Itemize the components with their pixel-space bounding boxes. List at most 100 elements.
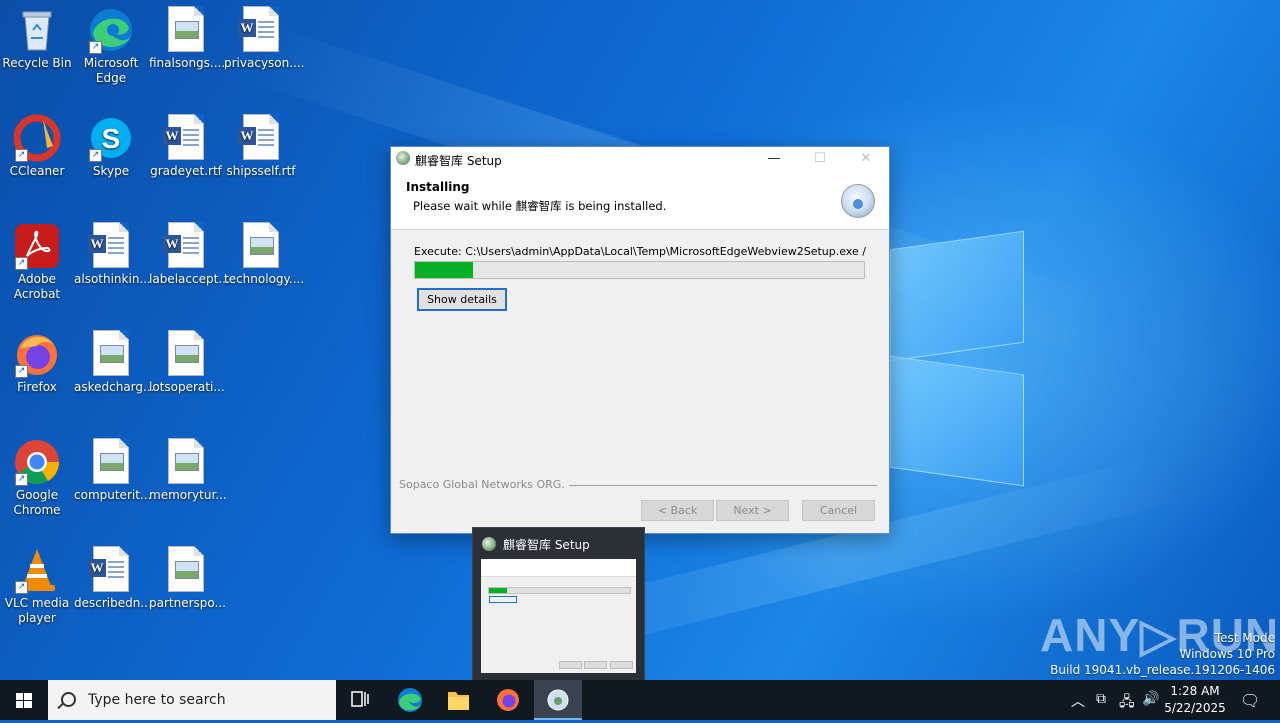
desktop-icon-vlc[interactable]: ↗ VLC media player [0, 546, 74, 626]
word-file-icon: W [162, 222, 210, 270]
desktop-icon-shipsself[interactable]: W shipsself.rtf [224, 114, 298, 179]
word-file-icon: W [87, 546, 135, 594]
execute-status-text: Execute: C:\Users\admin\AppData\Local\Te… [414, 245, 866, 258]
skype-icon: S ↗ [87, 114, 135, 162]
desktop-icon-ccleaner[interactable]: ↗ CCleaner [0, 114, 74, 179]
thumbnail-window-preview [481, 559, 636, 673]
windows-start-icon [16, 693, 32, 708]
install-progress-bar [414, 261, 865, 279]
desktop-icon-alsothinkin[interactable]: W alsothinkin... [74, 222, 151, 287]
cancel-button[interactable]: Cancel [802, 500, 875, 521]
dialog-titlebar[interactable]: 麒睿智库 Setup — ☐ ✕ [391, 147, 889, 171]
desktop-icon-microsoft-edge[interactable]: ↗ Microsoft Edge [74, 6, 148, 86]
image-file-icon [87, 330, 135, 378]
image-file-icon [87, 438, 135, 486]
network-icon[interactable]: 🖧 [1119, 691, 1135, 715]
installer-icon [482, 537, 496, 551]
desktop-icon-memorytur[interactable]: memorytur... [149, 438, 227, 503]
os-info: Test Mode Windows 10 Pro Build 19041.vb_… [1050, 630, 1275, 678]
search-placeholder: Type here to search [88, 692, 226, 708]
taskbar-edge[interactable] [386, 680, 434, 720]
edge-icon [398, 688, 422, 712]
desktop-icon-gradeyet[interactable]: W gradeyet.rtf [149, 114, 223, 179]
progress-fill [415, 262, 474, 278]
header-subtitle: Please wait while 麒睿智库 is being installe… [413, 199, 667, 213]
dialog-header: Installing Please wait while 麒睿智库 is bei… [391, 171, 889, 230]
desktop-icon-recycle-bin[interactable]: Recycle Bin [0, 6, 74, 71]
word-file-icon: W [162, 114, 210, 162]
task-view-icon [351, 691, 369, 707]
image-file-icon [162, 6, 210, 54]
show-details-button[interactable]: Show details [417, 288, 507, 311]
image-file-icon [237, 222, 285, 270]
taskbar-installer[interactable] [534, 680, 582, 720]
windows-logo-wallpaper [890, 230, 1030, 487]
taskbar-clock[interactable]: 1:28 AM 5/22/2025 [1160, 683, 1230, 717]
desktop-icon-firefox[interactable]: ↗ Firefox [0, 330, 74, 395]
word-file-icon: W [237, 6, 285, 54]
desktop: Recycle Bin ↗ CCleaner ↗ Adobe Acrobat ↗… [0, 0, 1280, 680]
chrome-icon: ↗ [13, 438, 61, 486]
shortcut-arrow-icon: ↗ [89, 149, 102, 162]
task-view-button[interactable] [336, 680, 384, 720]
header-title: Installing [406, 180, 470, 194]
desktop-icon-labelaccept[interactable]: W labelaccept... [149, 222, 230, 287]
edge-icon: ↗ [87, 6, 135, 54]
dialog-title: 麒睿智库 Setup [415, 154, 502, 168]
branding-text: Sopaco Global Networks ORG. [399, 478, 569, 491]
desktop-icon-skype[interactable]: S ↗ Skype [74, 114, 148, 179]
desktop-icon-partnerspo[interactable]: partnerspo... [149, 546, 226, 611]
desktop-icon-google-chrome[interactable]: ↗ Google Chrome [0, 438, 74, 518]
installer-icon [396, 151, 410, 165]
build-text: Build 19041.vb_release.191206-1406 [1050, 663, 1275, 677]
desktop-icon-adobe-acrobat[interactable]: ↗ Adobe Acrobat [0, 222, 74, 302]
start-button[interactable] [0, 680, 48, 720]
image-file-icon [162, 438, 210, 486]
show-hidden-icons-chevron-icon[interactable]: ︿ [1071, 691, 1085, 711]
thumbnail-title: 麒睿智库 Setup [503, 538, 590, 552]
taskbar-firefox[interactable] [484, 680, 532, 720]
ccleaner-icon: ↗ [13, 114, 61, 162]
image-file-icon [162, 330, 210, 378]
taskbar-file-explorer[interactable] [434, 680, 482, 720]
shortcut-arrow-icon: ↗ [15, 365, 28, 378]
desktop-icon-lotsoperati[interactable]: lotsoperati... [149, 330, 225, 395]
action-center-icon[interactable]: 🗨 [1240, 691, 1260, 710]
os-edition-text: Windows 10 Pro [1179, 647, 1275, 661]
acrobat-icon: ↗ [13, 222, 61, 270]
shortcut-arrow-icon: ↗ [89, 41, 102, 54]
next-button[interactable]: Next > [716, 500, 789, 521]
back-button[interactable]: < Back [641, 500, 714, 521]
firefox-icon: ↗ [13, 330, 61, 378]
image-file-icon [162, 546, 210, 594]
desktop-icon-askedcharg[interactable]: askedcharg... [74, 330, 154, 395]
minimize-button[interactable]: — [751, 147, 797, 171]
volume-icon[interactable]: 🔊 [1142, 691, 1159, 707]
file-explorer-icon [448, 692, 469, 710]
maximize-button: ☐ [814, 151, 826, 166]
word-file-icon: W [87, 222, 135, 270]
taskbar: Type here to search ︿ ⧉ 🖧 🔊 1:28 AM 5/22… [0, 680, 1280, 720]
clock-time: 1:28 AM [1170, 684, 1220, 698]
desktop-icon-technology[interactable]: technology.... [224, 222, 304, 287]
shortcut-arrow-icon: ↗ [15, 257, 28, 270]
recycle-bin-icon [13, 6, 61, 54]
desktop-icon-privacyson[interactable]: W privacyson.... [224, 6, 305, 71]
shortcut-arrow-icon: ↗ [15, 149, 28, 162]
close-button[interactable]: ✕ [843, 147, 889, 171]
shortcut-arrow-icon: ↗ [15, 473, 28, 486]
search-icon [61, 692, 76, 707]
vlc-icon: ↗ [13, 546, 61, 594]
word-file-icon: W [237, 114, 285, 162]
desktop-icon-finalsongs[interactable]: finalsongs.... [149, 6, 225, 71]
svg-text:S: S [102, 123, 121, 154]
taskbar-thumbnail-preview[interactable]: 麒睿智库 Setup [472, 527, 645, 680]
clock-date: 5/22/2025 [1164, 701, 1226, 715]
meet-now-icon[interactable]: ⧉ [1096, 691, 1106, 707]
taskbar-search-box[interactable]: Type here to search [48, 680, 336, 720]
desktop-icon-describedn[interactable]: W describedn... [74, 546, 152, 611]
installer-icon [547, 689, 569, 711]
shortcut-arrow-icon: ↗ [15, 581, 28, 594]
desktop-icon-computerit[interactable]: computerit... [74, 438, 151, 503]
installer-logo-icon [841, 184, 875, 218]
